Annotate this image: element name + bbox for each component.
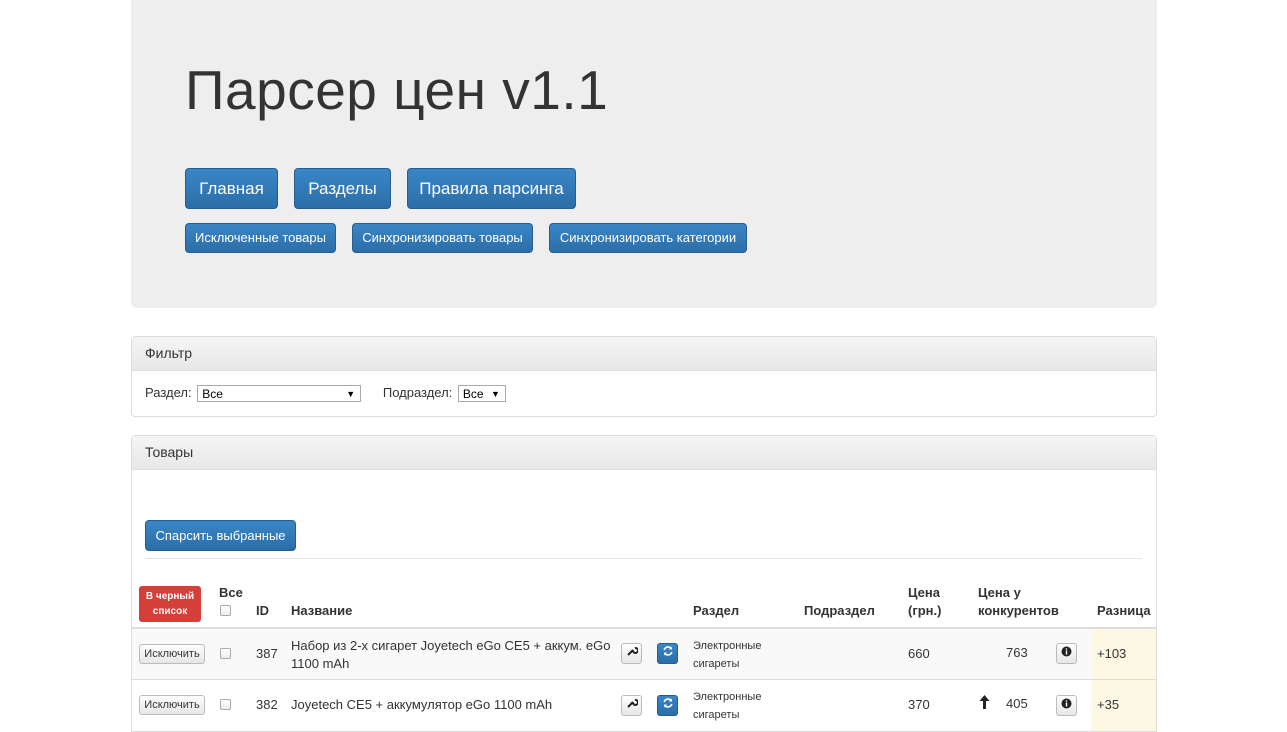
section-label: Раздел:	[145, 385, 192, 400]
chevron-down-icon: ▼	[346, 389, 356, 400]
products-heading: Товары	[132, 436, 1156, 470]
exclude-button[interactable]: Исключить	[139, 644, 205, 664]
row-section: Электронные сигареты	[693, 688, 761, 724]
excluded-products-button[interactable]: Исключенные товары	[185, 223, 336, 253]
row-section-line1: Электронные	[693, 691, 762, 703]
row-name[interactable]: Joyetech CE5 + аккумулятор eGo 1100 mAh	[291, 697, 552, 712]
subsection-label: Подраздел:	[382, 385, 453, 400]
row-diff: +35	[1097, 697, 1120, 712]
row-checkbox[interactable]	[220, 648, 231, 659]
row-section: Электронные сигареты	[693, 637, 761, 673]
jumbotron: Парсер цен v1.1	[131, 0, 1157, 308]
row-id: 382	[256, 697, 278, 712]
col-competitor-line2: конкурентов	[978, 603, 1059, 618]
row-id: 387	[256, 646, 278, 661]
subsection-select-value: Все	[462, 387, 484, 402]
row-section-line1: Электронные	[693, 640, 762, 652]
subsection-select[interactable]: Все ▼	[457, 385, 506, 403]
chevron-down-icon: ▼	[491, 389, 500, 400]
nav-rules-button[interactable]: Правила парсинга	[407, 168, 576, 209]
col-subsection: Подраздел	[804, 603, 875, 618]
section-select-value: Все	[202, 387, 223, 402]
row-section-line2: сигареты	[693, 658, 740, 670]
page-title: Парсер цен v1.1	[185, 59, 609, 121]
col-diff: Разница	[1097, 603, 1151, 618]
row-competitor-price: 763	[1006, 645, 1028, 660]
col-competitor-line1: Цена у	[978, 585, 1021, 600]
row-price: 660	[908, 646, 930, 661]
sync-products-button[interactable]: Синхронизировать товары	[352, 223, 533, 253]
wrench-icon[interactable]	[621, 695, 642, 716]
parse-selected-button[interactable]: Спарсить выбранные	[145, 520, 296, 551]
row-name-line2: 1100 mAh	[291, 656, 350, 671]
arrow-up-icon	[979, 695, 990, 712]
col-price-line1: Цена	[908, 585, 940, 600]
filter-panel: Фильтр Раздел: Все ▼ Подраздел: Все ▼	[131, 336, 1157, 417]
blacklist-label-line2: список	[152, 606, 188, 617]
col-id: ID	[256, 603, 269, 618]
nav-sections-button[interactable]: Разделы	[294, 168, 391, 209]
row-checkbox[interactable]	[220, 699, 231, 710]
row-price: 370	[908, 697, 930, 712]
sync-categories-button[interactable]: Синхронизировать категории	[549, 223, 747, 253]
col-name: Название	[291, 603, 353, 618]
info-icon[interactable]	[1056, 695, 1077, 716]
products-panel: Товары Спарсить выбранные В черный списо…	[131, 435, 1157, 732]
info-icon[interactable]	[1056, 643, 1077, 664]
row-name[interactable]: Набор из 2-х сигарет Joyetech eGo CE5 + …	[291, 637, 613, 673]
row-competitor-price: 405	[1006, 696, 1028, 711]
row-divider	[132, 679, 1156, 680]
section-select[interactable]: Все ▼	[197, 385, 362, 403]
table-row	[132, 629, 1156, 679]
filter-row: Раздел: Все ▼ Подраздел: Все ▼	[145, 385, 506, 403]
filter-heading: Фильтр	[132, 337, 1156, 371]
row-name-line1: Набор из 2-х сигарет Joyetech eGo CE5 + …	[291, 638, 611, 653]
row-diff: +103	[1097, 646, 1127, 661]
select-all-checkbox[interactable]	[220, 605, 231, 616]
exclude-button[interactable]: Исключить	[139, 695, 205, 715]
nav-main-button[interactable]: Главная	[185, 168, 278, 209]
refresh-icon[interactable]	[657, 643, 678, 664]
blacklist-button[interactable]: В черный список	[139, 586, 201, 622]
col-all: Все	[219, 585, 243, 600]
col-competitor-price: Цена у конкурентов	[978, 584, 1059, 620]
wrench-icon[interactable]	[621, 643, 642, 664]
col-section: Раздел	[693, 603, 740, 618]
row-section-line2: сигареты	[693, 709, 740, 721]
divider	[145, 558, 1142, 559]
col-price-line2: (грн.)	[908, 603, 942, 618]
col-price: Цена (грн.)	[908, 584, 941, 620]
refresh-icon[interactable]	[657, 695, 678, 716]
blacklist-label-line1: В черный	[145, 591, 195, 602]
